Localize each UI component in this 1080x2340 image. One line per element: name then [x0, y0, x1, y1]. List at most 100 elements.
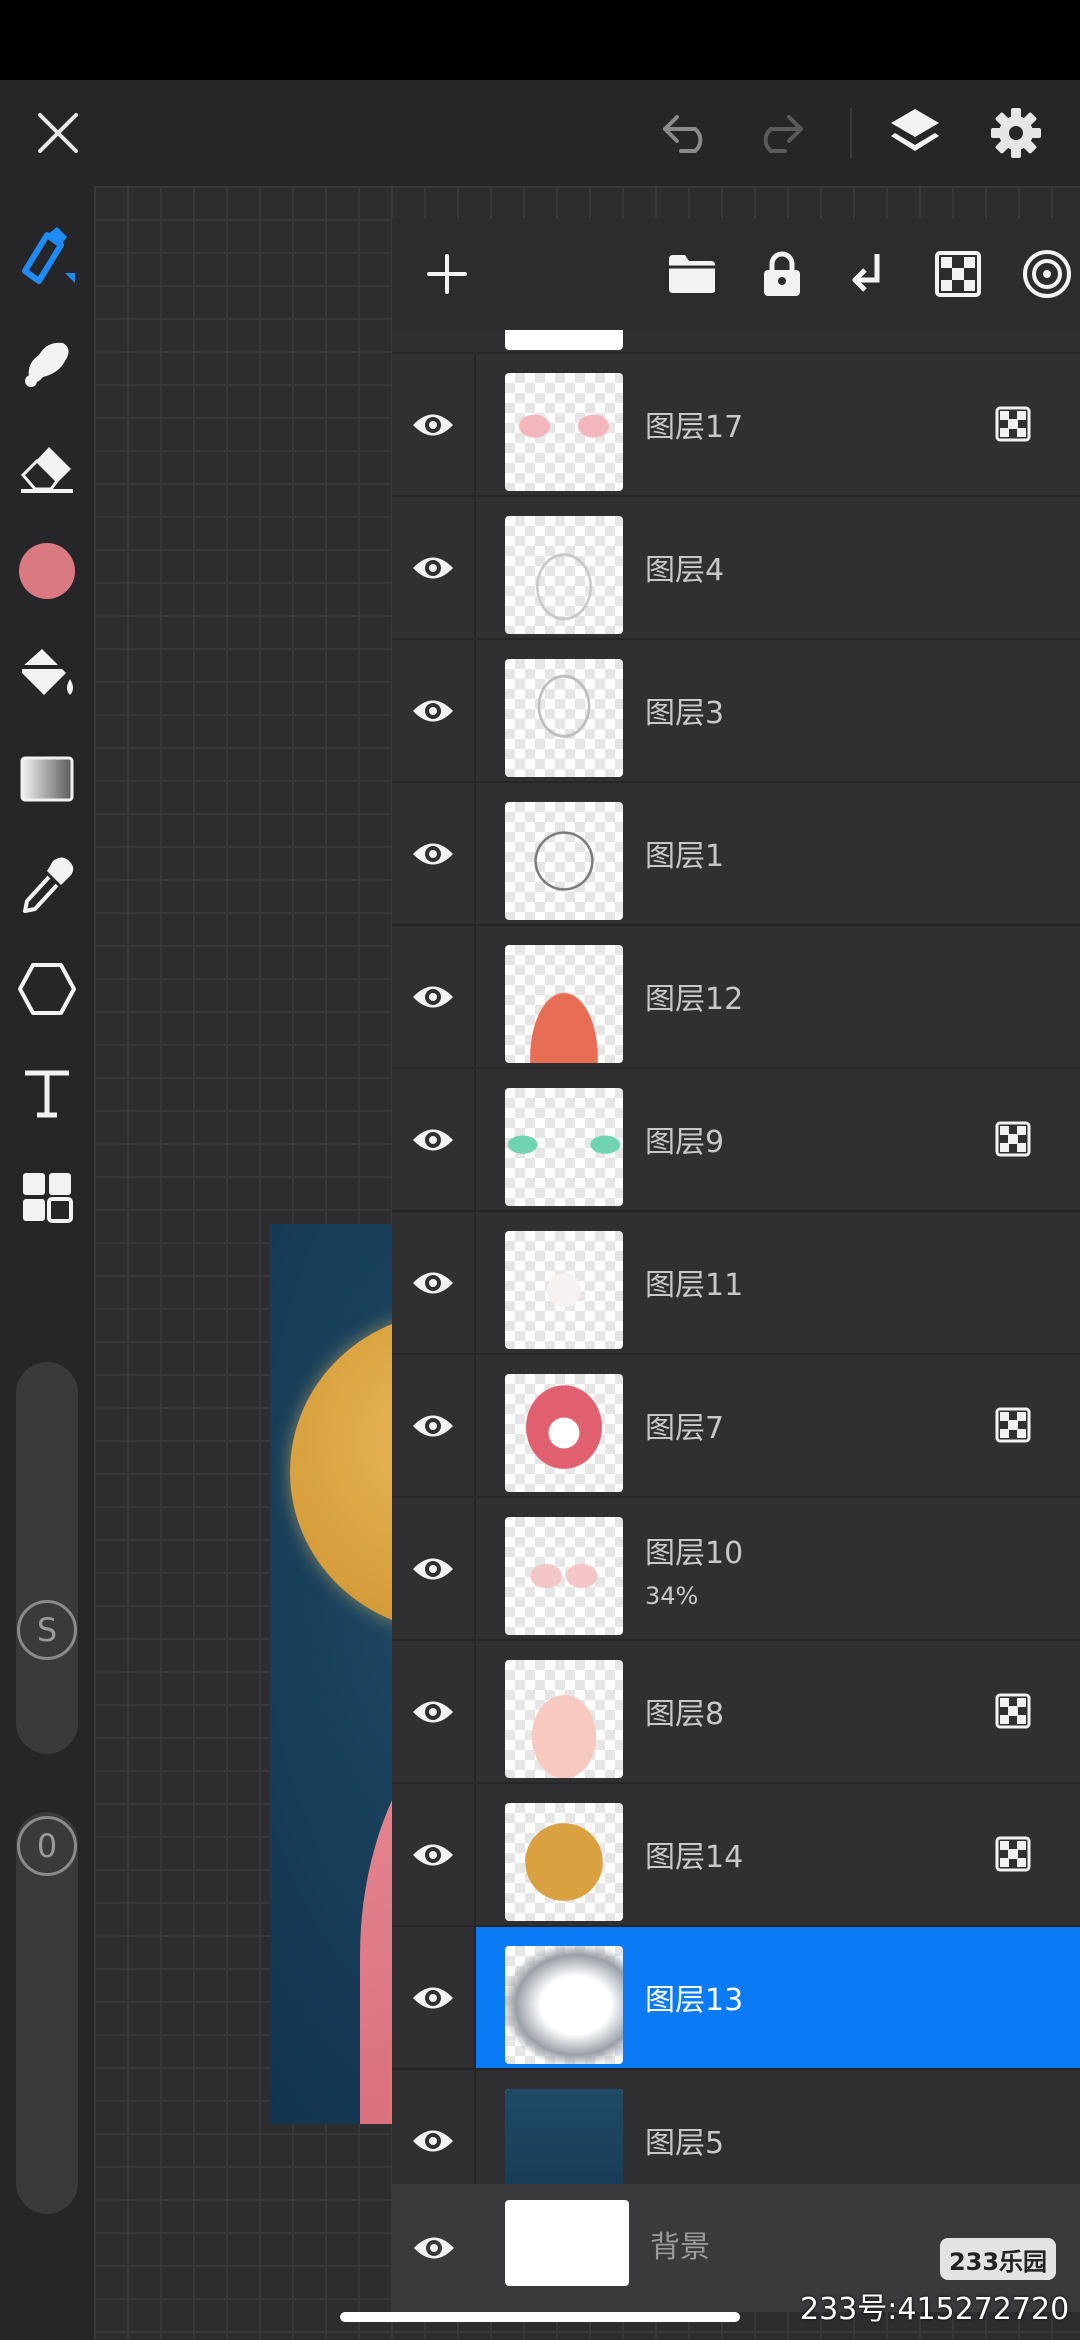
undo-button[interactable] — [643, 80, 733, 186]
alpha-lock-icon — [935, 251, 981, 297]
visibility-toggle[interactable] — [392, 497, 476, 638]
eye-icon — [413, 414, 453, 435]
thumbnail-content — [505, 1231, 623, 1349]
visibility-toggle[interactable] — [392, 1355, 476, 1496]
layer-name: 图层4 — [645, 553, 725, 588]
visibility-toggle[interactable] — [392, 926, 476, 1067]
app-root: S 0 图层17 图层4 图层3 图层1 图层12 图层9 图层11 图层7 图… — [0, 0, 1080, 2340]
visibility-toggle[interactable] — [392, 1641, 476, 1782]
eye-icon — [413, 1987, 453, 2008]
opacity-label: 0 — [36, 1827, 58, 1865]
alpha-lock-button[interactable] — [924, 240, 992, 308]
lock-layer-button[interactable] — [748, 240, 816, 308]
watermark-text: 233号:415272720 — [800, 2292, 1070, 2327]
shape-icon — [18, 963, 76, 1015]
clipping-mask-icon[interactable] — [995, 406, 1031, 442]
fill-tool[interactable] — [0, 630, 94, 720]
clipping-mask-icon[interactable] — [995, 1407, 1031, 1443]
redo-button[interactable] — [733, 80, 823, 186]
thumbnail-content — [505, 1088, 623, 1206]
layer-opacity: 34% — [645, 1582, 699, 1610]
layer-name: 图层3 — [645, 696, 725, 731]
shape-tool[interactable] — [0, 944, 94, 1034]
layer-row[interactable]: 图层7 — [392, 1355, 1080, 1498]
brush-tool[interactable] — [0, 210, 94, 300]
thumbnail-content — [505, 659, 623, 777]
layer-thumbnail — [505, 1946, 623, 2064]
clipping-mask-icon[interactable] — [995, 1693, 1031, 1729]
left-toolbar: S 0 — [0, 186, 94, 2340]
layer-row[interactable]: 图层9 — [392, 1069, 1080, 1212]
visibility-toggle[interactable] — [392, 1927, 476, 2068]
text-tool[interactable] — [0, 1048, 94, 1138]
smudge-tool[interactable] — [0, 316, 94, 406]
new-group-button[interactable] — [658, 240, 726, 308]
top-toolbar — [0, 80, 1080, 186]
gradient-tool[interactable] — [0, 734, 94, 824]
layer-row[interactable]: 图层13 — [392, 1927, 1080, 2070]
visibility-toggle[interactable] — [392, 783, 476, 924]
layer-name: 图层12 — [645, 982, 744, 1017]
settings-button[interactable] — [971, 80, 1061, 186]
color-picker-button[interactable] — [0, 526, 94, 616]
visibility-toggle[interactable] — [392, 2184, 476, 2312]
eye-icon — [413, 1701, 453, 1722]
eye-icon — [413, 700, 453, 721]
visibility-toggle[interactable] — [392, 640, 476, 781]
add-layer-button[interactable] — [413, 240, 481, 308]
thumbnail-content — [505, 802, 623, 920]
fill-icon — [22, 649, 73, 695]
layer-row[interactable]: 图层12 — [392, 926, 1080, 1069]
visibility-toggle[interactable] — [392, 1069, 476, 1210]
close-button[interactable] — [13, 80, 103, 186]
layer-row-partial[interactable] — [392, 330, 1080, 354]
eraser-tool[interactable] — [0, 422, 94, 512]
layer-row[interactable]: 图层17 — [392, 354, 1080, 497]
layer-row[interactable]: 图层8 — [392, 1641, 1080, 1784]
opacity-handle[interactable]: 0 — [17, 1816, 77, 1876]
layer-thumbnail — [505, 330, 623, 350]
background-thumbnail — [505, 2200, 629, 2286]
redo-icon — [763, 115, 803, 153]
layer-row[interactable]: 图层4 — [392, 497, 1080, 640]
layer-row[interactable]: 图层11 — [392, 1212, 1080, 1355]
eye-icon — [413, 1272, 453, 1293]
layer-row[interactable]: 图层1 — [392, 783, 1080, 926]
visibility-toggle[interactable] — [392, 354, 476, 495]
thumbnail-content — [505, 1517, 623, 1635]
thumbnail-content — [505, 1374, 623, 1492]
layer-name: 图层11 — [645, 1268, 744, 1303]
eyedropper-tool[interactable] — [0, 840, 94, 930]
visibility-toggle[interactable] — [392, 1498, 476, 1639]
clipping-mask-icon[interactable] — [995, 1121, 1031, 1157]
layer-name: 图层13 — [645, 1983, 744, 2018]
brush-size-slider[interactable] — [16, 1362, 78, 1754]
layer-thumbnail — [505, 802, 623, 920]
blend-icon — [1023, 250, 1071, 298]
eyedropper-icon — [23, 857, 74, 913]
add-icon — [427, 254, 467, 294]
visibility-toggle[interactable] — [392, 1784, 476, 1925]
thumbnail-content — [505, 373, 623, 491]
layers-button[interactable] — [870, 80, 960, 186]
layer-thumbnail — [505, 1660, 623, 1778]
visibility-toggle[interactable] — [392, 1212, 476, 1353]
layers-panel-header — [392, 218, 1080, 330]
status-bar — [0, 0, 1080, 80]
eye-icon — [413, 843, 453, 864]
smudge-icon — [25, 342, 69, 387]
layer-row[interactable]: 图层10 34% — [392, 1498, 1080, 1641]
layer-row[interactable]: 图层3 — [392, 640, 1080, 783]
blend-mode-button[interactable] — [1013, 240, 1080, 308]
clipping-mask-icon[interactable] — [995, 1836, 1031, 1872]
merge-down-button[interactable] — [835, 240, 903, 308]
gallery-tool[interactable] — [0, 1152, 94, 1242]
layer-thumbnail — [505, 945, 623, 1063]
brush-size-handle[interactable]: S — [17, 1600, 77, 1660]
merge-down-icon — [852, 254, 880, 292]
thumbnail-content — [505, 516, 623, 634]
layer-row[interactable]: 图层14 — [392, 1784, 1080, 1927]
watermark-logo: 233乐园 — [940, 2238, 1056, 2280]
layer-thumbnail — [505, 1231, 623, 1349]
layer-name: 图层5 — [645, 2126, 725, 2161]
